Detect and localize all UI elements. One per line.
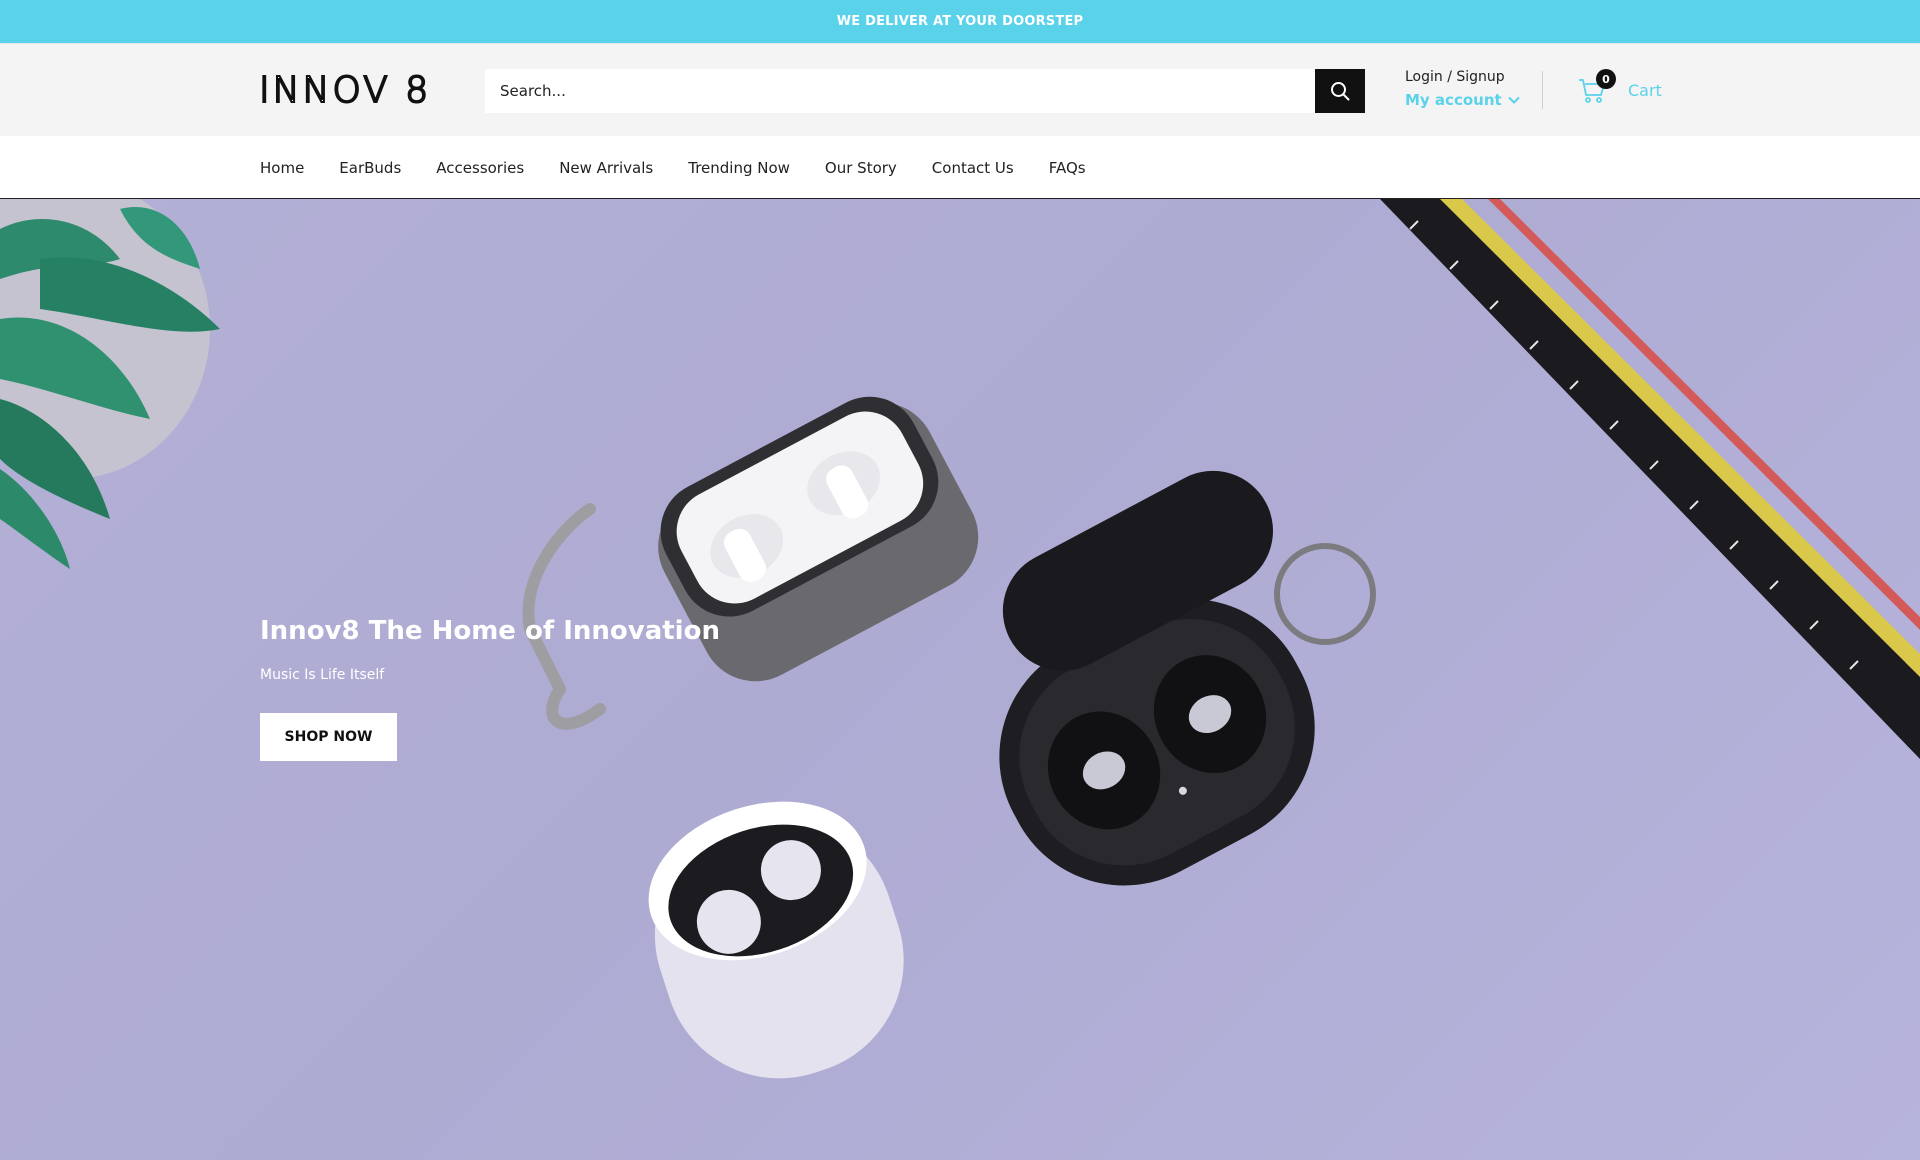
shop-now-button[interactable]: SHOP NOW [260, 713, 397, 761]
my-account-label: My account [1405, 91, 1502, 109]
login-signup-link[interactable]: Login / Signup [1405, 69, 1525, 85]
nav-item-new-arrivals[interactable]: New Arrivals [559, 159, 653, 177]
search-bar [485, 69, 1365, 113]
header-divider [1542, 71, 1543, 109]
hero-banner: Innov8 The Home of Innovation Music Is L… [0, 199, 1920, 1160]
plant-image [0, 199, 220, 569]
hero-title: Innov8 The Home of Innovation [260, 616, 720, 646]
nav-item-accessories[interactable]: Accessories [436, 159, 524, 177]
cart-icon-wrapper: 0 [1577, 69, 1616, 105]
airpods-case-image [522, 396, 979, 730]
cart-link[interactable]: 0 Cart [1577, 69, 1662, 108]
ruler-image [1380, 199, 1920, 759]
nav-item-our-story[interactable]: Our Story [825, 159, 897, 177]
search-button[interactable] [1315, 69, 1365, 113]
chevron-down-icon [1507, 96, 1520, 104]
nav-item-trending-now[interactable]: Trending Now [688, 159, 790, 177]
logo-text: INNOV 8 [258, 70, 432, 111]
search-input[interactable] [485, 69, 1315, 113]
galaxy-buds-case-image [999, 470, 1376, 886]
announcement-text: WE DELIVER AT YOUR DOORSTEP [836, 14, 1084, 29]
search-icon [1331, 82, 1350, 101]
logo[interactable]: INNOV 8 [258, 70, 446, 111]
hero-subtitle: Music Is Life Itself [260, 667, 385, 683]
cart-count-badge: 0 [1596, 69, 1616, 89]
account-menu: Login / Signup My account [1405, 66, 1525, 116]
pixel-buds-case-image [648, 801, 904, 1079]
my-account-dropdown[interactable]: My account [1405, 91, 1525, 109]
nav-item-home[interactable]: Home [260, 159, 304, 177]
nav-item-faqs[interactable]: FAQs [1049, 159, 1086, 177]
announcement-bar: WE DELIVER AT YOUR DOORSTEP [0, 0, 1920, 43]
nav-item-earbuds[interactable]: EarBuds [339, 159, 401, 177]
site-header: INNOV 8 Login / Signup My account [0, 43, 1920, 136]
nav-item-contact-us[interactable]: Contact Us [932, 159, 1014, 177]
cart-label: Cart [1628, 80, 1662, 100]
main-navigation: Home EarBuds Accessories New Arrivals Tr… [0, 136, 1920, 199]
